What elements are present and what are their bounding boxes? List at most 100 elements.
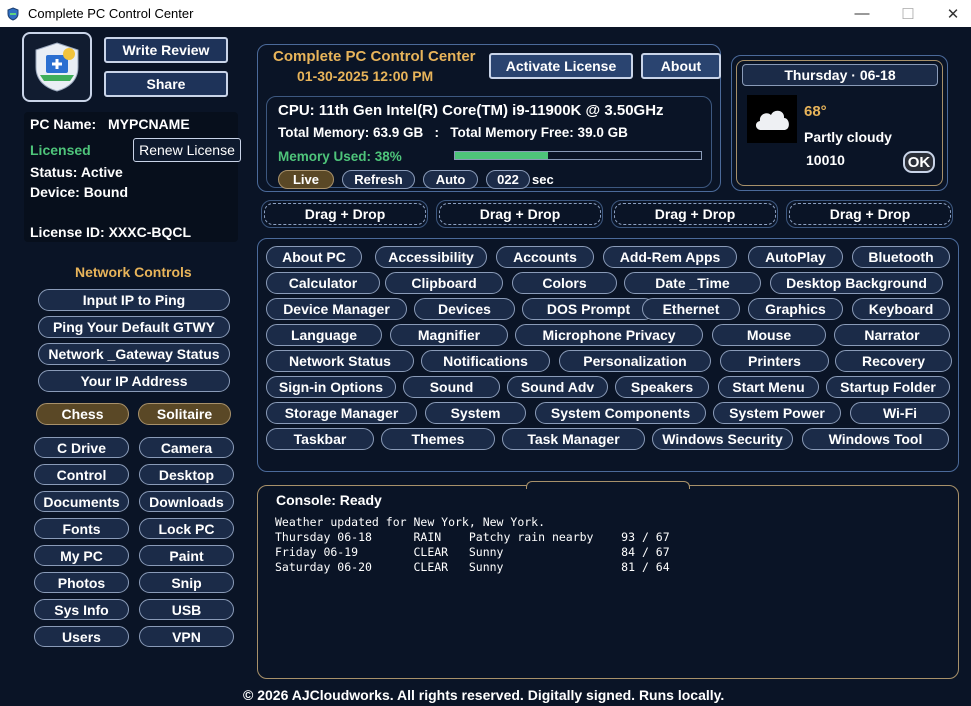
category-sign-in-options-button[interactable]: Sign-in Options	[266, 376, 396, 398]
datetime-text: 01-30-2025 12:00 PM	[297, 68, 434, 84]
category-themes-button[interactable]: Themes	[381, 428, 495, 450]
sys-info-button[interactable]: Sys Info	[34, 599, 129, 620]
desktop-button[interactable]: Desktop	[139, 464, 234, 485]
photos-button[interactable]: Photos	[34, 572, 129, 593]
weather-condition: Partly cloudy	[804, 129, 892, 145]
console-tab	[526, 481, 690, 489]
solitaire-button[interactable]: Solitaire	[138, 403, 231, 425]
write-review-button[interactable]: Write Review	[104, 37, 228, 63]
category-calculator-button[interactable]: Calculator	[266, 272, 380, 294]
category-ethernet-button[interactable]: Ethernet	[642, 298, 740, 320]
refresh-button[interactable]: Refresh	[342, 170, 415, 189]
paint-button[interactable]: Paint	[139, 545, 234, 566]
auto-button[interactable]: Auto	[423, 170, 478, 189]
category-task-manager-button[interactable]: Task Manager	[502, 428, 645, 450]
drop-zone-1[interactable]: Drag + Drop	[264, 203, 426, 225]
category-network-status-button[interactable]: Network Status	[266, 350, 414, 372]
category-accessibility-button[interactable]: Accessibility	[375, 246, 487, 268]
weather-zip[interactable]: 10010	[806, 152, 845, 168]
category-sound-button[interactable]: Sound	[403, 376, 500, 398]
downloads-button[interactable]: Downloads	[139, 491, 234, 512]
live-button[interactable]: Live	[278, 170, 334, 189]
category-storage-manager-button[interactable]: Storage Manager	[266, 402, 417, 424]
app-shield-icon	[7, 6, 19, 21]
category-language-button[interactable]: Language	[266, 324, 382, 346]
weather-temp: 68°	[804, 103, 827, 120]
category-notifications-button[interactable]: Notifications	[421, 350, 550, 372]
interval-unit: sec	[532, 172, 554, 187]
snip-button[interactable]: Snip	[139, 572, 234, 593]
ping-gateway-button[interactable]: Ping Your Default GTWY	[38, 316, 230, 338]
category-clipboard-button[interactable]: Clipboard	[385, 272, 503, 294]
category-device-manager-button[interactable]: Device Manager	[266, 298, 407, 320]
usb-button[interactable]: USB	[139, 599, 234, 620]
chess-button[interactable]: Chess	[36, 403, 129, 425]
memory-used-text: Memory Used: 38%	[278, 149, 402, 164]
category-mouse-button[interactable]: Mouse	[712, 324, 826, 346]
activate-license-button[interactable]: Activate License	[489, 53, 633, 79]
category-desktop-background-button[interactable]: Desktop Background	[770, 272, 943, 294]
drop-zone-2[interactable]: Drag + Drop	[439, 203, 601, 225]
gateway-status-button[interactable]: Network _Gateway Status	[38, 343, 230, 365]
drop-zone-4[interactable]: Drag + Drop	[789, 203, 951, 225]
interval-input[interactable]: 022	[486, 170, 530, 189]
vpn-button[interactable]: VPN	[139, 626, 234, 647]
footer-copyright: © 2026 AJCloudworks. All rights reserved…	[243, 687, 725, 703]
category-about-pc-button[interactable]: About PC	[266, 246, 362, 268]
renew-license-button[interactable]: Renew License	[133, 138, 241, 162]
camera-button[interactable]: Camera	[139, 437, 234, 458]
category-startup-folder-button[interactable]: Startup Folder	[826, 376, 950, 398]
cpu-text: CPU: 11th Gen Intel(R) Core(TM) i9-11900…	[278, 102, 664, 119]
category-personalization-button[interactable]: Personalization	[559, 350, 711, 372]
users-button[interactable]: Users	[34, 626, 129, 647]
category-microphone-privacy-button[interactable]: Microphone Privacy	[515, 324, 703, 346]
category-bluetooth-button[interactable]: Bluetooth	[852, 246, 950, 268]
close-button[interactable]: ✕	[930, 0, 971, 27]
license-state: Licensed	[30, 142, 91, 158]
category-date-time-button[interactable]: Date _Time	[624, 272, 761, 294]
category-keyboard-button[interactable]: Keyboard	[852, 298, 950, 320]
category-dos-prompt-button[interactable]: DOS Prompt	[522, 298, 655, 320]
category-speakers-button[interactable]: Speakers	[615, 376, 709, 398]
weather-day-header: Thursday · 06-18	[742, 64, 938, 86]
weather-ok-button[interactable]: OK	[903, 151, 935, 173]
category-system-button[interactable]: System	[425, 402, 526, 424]
category-accounts-button[interactable]: Accounts	[496, 246, 594, 268]
category-system-components-button[interactable]: System Components	[535, 402, 706, 424]
c-drive-button[interactable]: C Drive	[34, 437, 129, 458]
memory-progress-fill	[455, 152, 549, 159]
control-button[interactable]: Control	[34, 464, 129, 485]
about-button[interactable]: About	[641, 53, 721, 79]
app-logo	[22, 32, 92, 102]
category-wi-fi-button[interactable]: Wi-Fi	[850, 402, 950, 424]
category-narrator-button[interactable]: Narrator	[834, 324, 950, 346]
category-system-power-button[interactable]: System Power	[713, 402, 841, 424]
category-add-rem-apps-button[interactable]: Add-Rem Apps	[603, 246, 737, 268]
my-pc-button[interactable]: My PC	[34, 545, 129, 566]
category-colors-button[interactable]: Colors	[512, 272, 617, 294]
category-start-menu-button[interactable]: Start Menu	[718, 376, 819, 398]
memory-text: Total Memory: 63.9 GB : Total Memory Fre…	[278, 125, 628, 140]
cloud-icon	[747, 95, 797, 143]
fonts-button[interactable]: Fonts	[34, 518, 129, 539]
share-button[interactable]: Share	[104, 71, 228, 97]
drop-zone-3[interactable]: Drag + Drop	[614, 203, 776, 225]
your-ip-button[interactable]: Your IP Address	[38, 370, 230, 392]
minimize-button[interactable]: —	[839, 0, 885, 27]
category-devices-button[interactable]: Devices	[414, 298, 515, 320]
category-printers-button[interactable]: Printers	[720, 350, 829, 372]
pc-name-value: MYPCNAME	[108, 116, 190, 132]
category-windows-tool-button[interactable]: Windows Tool	[802, 428, 949, 450]
input-ip-ping-button[interactable]: Input IP to Ping	[38, 289, 230, 311]
console-line: Friday 06-19 CLEAR Sunny 84 / 67	[275, 545, 670, 559]
category-magnifier-button[interactable]: Magnifier	[390, 324, 508, 346]
category-sound-adv-button[interactable]: Sound Adv	[507, 376, 608, 398]
documents-button[interactable]: Documents	[34, 491, 129, 512]
category-windows-security-button[interactable]: Windows Security	[652, 428, 793, 450]
maximize-button[interactable]: ☐	[885, 0, 931, 27]
category-autoplay-button[interactable]: AutoPlay	[748, 246, 843, 268]
category-taskbar-button[interactable]: Taskbar	[266, 428, 374, 450]
lock-pc-button[interactable]: Lock PC	[139, 518, 234, 539]
category-graphics-button[interactable]: Graphics	[748, 298, 843, 320]
category-recovery-button[interactable]: Recovery	[835, 350, 952, 372]
